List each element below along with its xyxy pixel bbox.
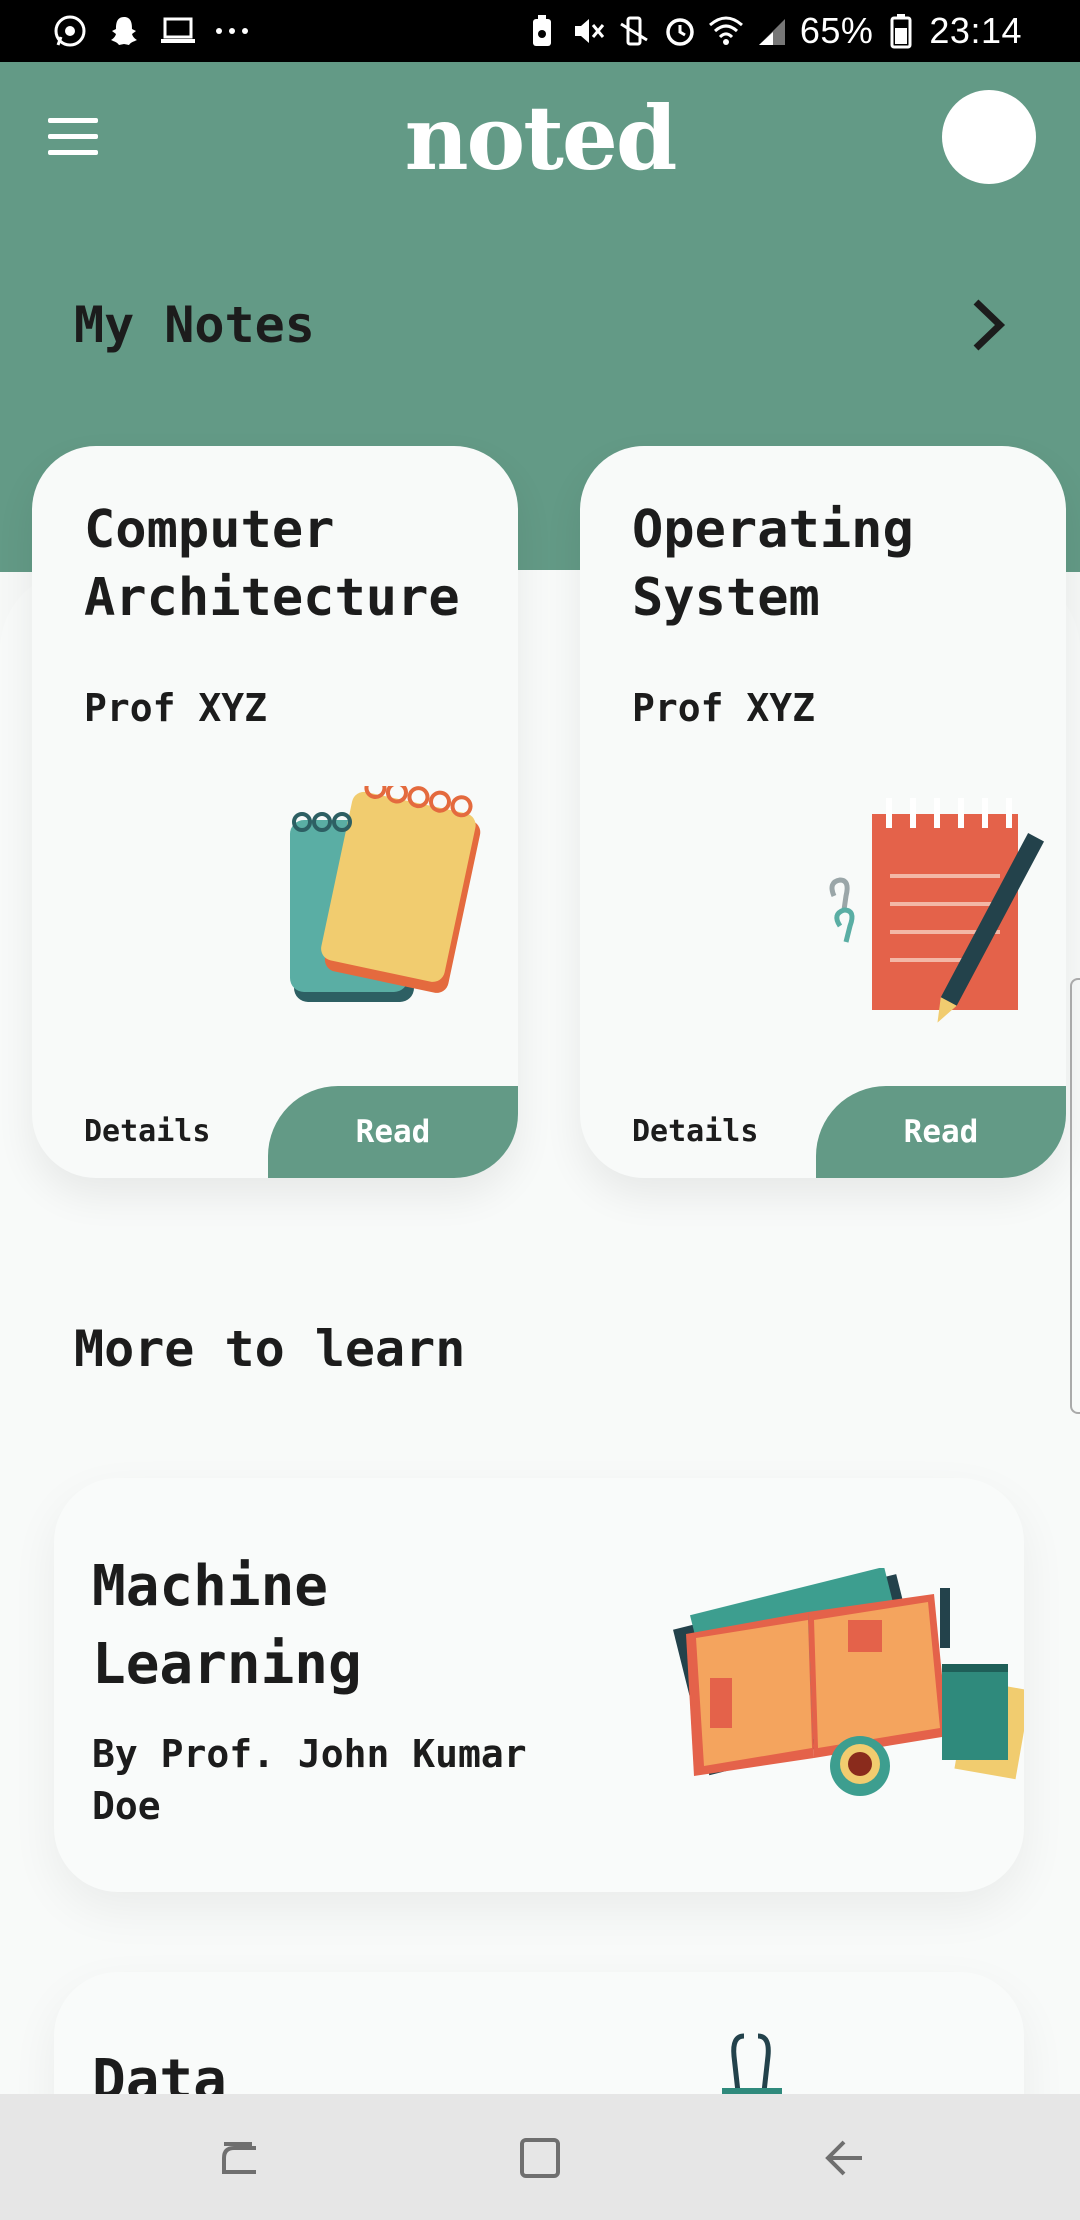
recent-apps-icon[interactable] — [216, 2134, 264, 2182]
open-book-illustration — [650, 1566, 1024, 1818]
notepads-illustration — [282, 776, 492, 1026]
vibrate-icon — [616, 13, 652, 49]
course-title: Machine Learning — [92, 1554, 362, 1697]
app-logo: noted — [404, 86, 678, 190]
status-bar-left-icons — [52, 10, 250, 52]
whatsapp-icon — [52, 13, 88, 49]
note-professor: Prof XYZ — [84, 686, 268, 730]
details-link[interactable]: Details — [632, 1114, 758, 1149]
note-professor: Prof XYZ — [632, 686, 816, 730]
laptop-icon — [160, 13, 196, 49]
read-button[interactable]: Read — [268, 1086, 518, 1178]
note-title: Operating System — [632, 500, 914, 628]
home-icon[interactable] — [516, 2134, 564, 2182]
snapchat-icon — [106, 13, 142, 49]
back-icon[interactable] — [820, 2134, 868, 2182]
clock: 23:14 — [929, 10, 1022, 51]
status-bar: 65% 23:14 — [0, 0, 1080, 62]
details-link[interactable]: Details — [84, 1114, 210, 1149]
navigation-bar — [0, 2094, 1080, 2220]
more-to-learn-title: More to learn — [74, 1320, 466, 1378]
more-dots-icon — [214, 13, 250, 49]
battery-percent: 65% — [799, 10, 874, 51]
wifi-icon — [708, 13, 744, 49]
mute-icon — [570, 13, 606, 49]
note-card[interactable]: Operating System Prof XYZ Details Read — [580, 446, 1066, 1178]
chevron-right-icon[interactable] — [962, 294, 1012, 356]
read-button[interactable]: Read — [816, 1086, 1066, 1178]
status-bar-right: 65% 23:14 — [524, 10, 1022, 52]
note-card[interactable]: Computer Architecture Prof XYZ Details R… — [32, 446, 518, 1178]
my-notes-title: My Notes — [74, 296, 315, 354]
signal-icon — [754, 13, 790, 49]
edge-panel-handle[interactable] — [1070, 978, 1080, 1414]
course-author: By Prof. John Kumar Doe — [92, 1732, 527, 1828]
course-card[interactable]: Machine Learning By Prof. John Kumar Doe — [54, 1478, 1024, 1892]
note-title: Computer Architecture — [84, 500, 460, 628]
notepad-pencil-illustration — [810, 786, 1050, 1026]
battery-saver-icon — [524, 13, 560, 49]
alarm-icon — [662, 13, 698, 49]
battery-icon — [883, 13, 919, 49]
profile-avatar[interactable] — [942, 90, 1036, 184]
